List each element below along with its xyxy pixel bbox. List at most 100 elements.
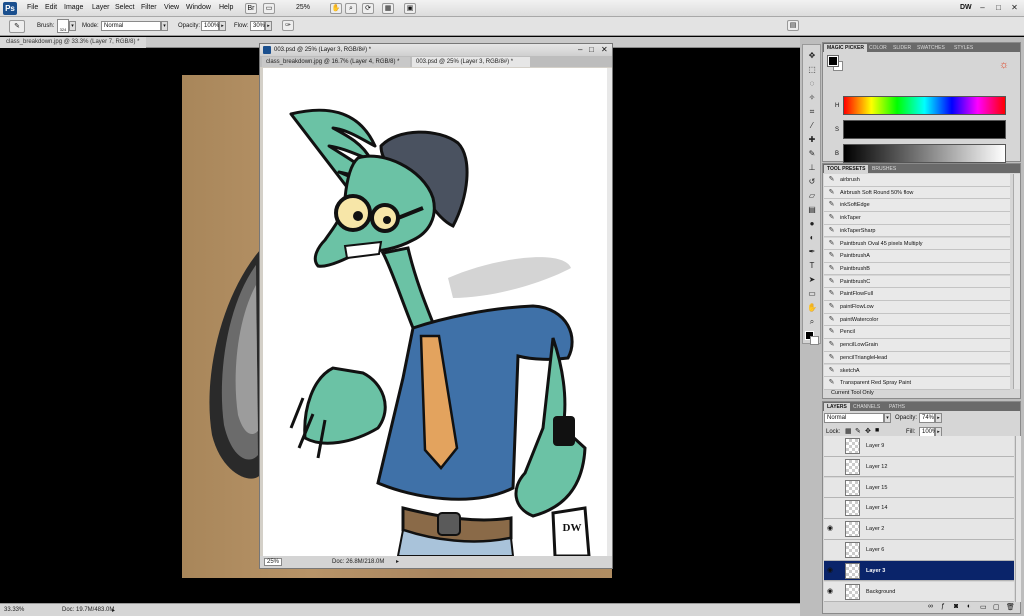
menu-view[interactable]: View	[164, 4, 179, 11]
panel-toggle-icon[interactable]: ▤	[787, 20, 799, 31]
layer-row[interactable]: Layer 9	[824, 436, 1014, 457]
tab-styles[interactable]: STYLES	[951, 44, 976, 52]
preset-item[interactable]: ✎ sketchA	[824, 364, 1010, 378]
opacity-input[interactable]: 100%	[201, 21, 219, 31]
layer-name[interactable]: Layer 14	[866, 505, 887, 511]
layer-row[interactable]: ◉ Layer 3	[824, 560, 1014, 582]
tab-003-psd[interactable]: 003.psd @ 25% (Layer 3, RGB/8#) *	[412, 57, 530, 67]
layer-name[interactable]: Background	[866, 589, 895, 595]
sun-icon[interactable]: ☼	[999, 59, 1009, 71]
lock-transparency-icon[interactable]: ▦	[845, 427, 852, 435]
status-arrow-icon[interactable]: ▸	[396, 558, 399, 565]
zoom-icon[interactable]: ⌕	[806, 317, 818, 327]
preset-item[interactable]: ✎ PaintFlowFull	[824, 288, 1010, 301]
view-extras-icon[interactable]: ▭	[263, 3, 275, 14]
maximize-icon[interactable]: □	[589, 45, 594, 54]
chevron-down-icon[interactable]: ▾	[884, 413, 891, 423]
document-vertical-scrollbar[interactable]	[607, 68, 612, 556]
preset-item[interactable]: ✎ paintFlowLow	[824, 301, 1010, 314]
bridge-icon[interactable]: Br	[245, 3, 257, 14]
rotate-view-icon[interactable]: ⟳	[362, 3, 374, 14]
tab-class-breakdown[interactable]: class_breakdown.jpg @ 33.3% (Layer 7, RG…	[0, 37, 146, 48]
hand-icon[interactable]: ✋	[806, 303, 818, 313]
visibility-eye-icon[interactable]	[826, 484, 834, 492]
visibility-eye-icon[interactable]	[826, 546, 834, 554]
menu-file[interactable]: File	[27, 4, 38, 11]
minimize-icon[interactable]: –	[977, 3, 988, 13]
preset-item[interactable]: ✎ PaintbrushB	[824, 262, 1010, 276]
saturation-slider[interactable]	[843, 120, 1006, 139]
shape-icon[interactable]: ▭	[806, 289, 818, 299]
layer-row[interactable]: Layer 15	[824, 477, 1014, 499]
preset-item[interactable]: ✎ Paintbrush Oval 45 pixels Multiply	[824, 237, 1010, 251]
mode-select[interactable]: Normal	[101, 21, 161, 31]
visibility-eye-icon[interactable]	[826, 463, 834, 471]
layer-name[interactable]: Layer 3	[866, 568, 885, 574]
artwork-canvas[interactable]: DW	[263, 68, 607, 556]
tab-slider[interactable]: SLIDER	[890, 44, 914, 52]
lock-all-icon[interactable]: ■	[875, 427, 879, 434]
chevron-down-icon[interactable]: ▾	[161, 21, 168, 31]
move-icon[interactable]: ✥	[806, 51, 818, 61]
eyedropper-icon[interactable]: ⁄	[806, 121, 818, 131]
tab-layers[interactable]: LAYERS	[824, 403, 850, 411]
chevron-right-icon[interactable]: ▸	[265, 21, 272, 31]
pen-icon[interactable]: ✒	[806, 247, 818, 257]
lock-move-icon[interactable]: ✥	[865, 427, 871, 435]
document-zoom[interactable]: 25%	[264, 558, 283, 566]
layer-name[interactable]: Layer 9	[866, 443, 884, 449]
tab-brushes[interactable]: BRUSHES	[869, 165, 899, 173]
preset-item[interactable]: ✎ inkTaper	[824, 212, 1010, 225]
status-zoom[interactable]: 33.33%	[4, 607, 24, 613]
arrange-docs-icon[interactable]: ▦	[382, 3, 394, 14]
tab-paths[interactable]: PATHS	[886, 403, 908, 411]
chevron-right-icon[interactable]: ▸	[935, 413, 942, 423]
preset-item[interactable]: ✎ inkTaperSharp	[824, 224, 1010, 238]
link-layers-icon[interactable]: ∞	[928, 603, 933, 610]
trash-icon[interactable]: 🗑	[1006, 603, 1015, 611]
visibility-eye-icon[interactable]: ◉	[826, 525, 834, 533]
flow-input[interactable]: 30%	[250, 21, 265, 31]
path-select-icon[interactable]: ➤	[806, 275, 818, 285]
current-tool-only-checkbox[interactable]: Current Tool Only	[831, 390, 874, 396]
new-layer-icon[interactable]: ▢	[993, 603, 1000, 611]
dodge-icon[interactable]: ◐	[806, 233, 818, 243]
tab-magic-picker[interactable]: MAGIC PICKER	[824, 44, 867, 52]
preset-item[interactable]: ✎ PaintbrushA	[824, 250, 1010, 263]
hue-slider[interactable]	[843, 96, 1006, 115]
layer-name[interactable]: Layer 2	[866, 526, 884, 532]
screen-mode-icon[interactable]: ▣	[404, 3, 416, 14]
brush-icon[interactable]: ✎	[806, 149, 818, 159]
layers-scrollbar[interactable]	[1015, 436, 1021, 602]
tab-class-breakdown-small[interactable]: class_breakdown.jpg @ 16.7% (Layer 4, RG…	[262, 57, 410, 67]
maximize-icon[interactable]: □	[993, 3, 1004, 13]
preset-item[interactable]: ✎ airbrush	[824, 174, 1010, 187]
layer-style-icon[interactable]: ƒ	[941, 603, 945, 610]
chevron-down-icon[interactable]: ▾	[69, 21, 76, 31]
visibility-eye-icon[interactable]	[826, 504, 834, 512]
blend-mode-select[interactable]: Normal	[824, 413, 884, 423]
menu-help[interactable]: Help	[219, 4, 233, 11]
airbrush-toggle-icon[interactable]: ✑	[282, 20, 294, 31]
visibility-eye-icon[interactable]	[826, 442, 834, 450]
layer-row[interactable]: ◉ Background	[824, 581, 1014, 603]
preset-item[interactable]: ✎ Airbrush Soft Round 50% flow	[824, 186, 1010, 200]
status-arrow-icon[interactable]: ▸	[112, 607, 115, 614]
visibility-eye-icon[interactable]: ◉	[826, 588, 834, 596]
document-window-title[interactable]: 003.psd @ 25% (Layer 3, RGB/8#) *	[260, 44, 612, 56]
workspace-name[interactable]: DW	[960, 4, 972, 11]
layer-name[interactable]: Layer 6	[866, 547, 884, 553]
tab-channels[interactable]: CHANNELS	[850, 403, 883, 411]
gradient-icon[interactable]: ▤	[806, 205, 818, 215]
layer-name[interactable]: Layer 12	[866, 464, 887, 470]
menu-select[interactable]: Select	[115, 4, 134, 11]
adjustment-layer-icon[interactable]: ◐	[967, 603, 971, 610]
brush-size-preview[interactable]: 324	[57, 19, 69, 33]
visibility-eye-icon[interactable]: ◉	[826, 567, 834, 575]
new-group-icon[interactable]: ▭	[980, 603, 987, 611]
clone-stamp-icon[interactable]: ⊥	[806, 163, 818, 173]
tab-tool-presets[interactable]: TOOL PRESETS	[824, 165, 869, 173]
chevron-right-icon[interactable]: ▸	[219, 21, 226, 31]
preset-item[interactable]: ✎ Pencil	[824, 326, 1010, 339]
document-window[interactable]: 003.psd @ 25% (Layer 3, RGB/8#) * – □ ✕ …	[259, 43, 613, 569]
